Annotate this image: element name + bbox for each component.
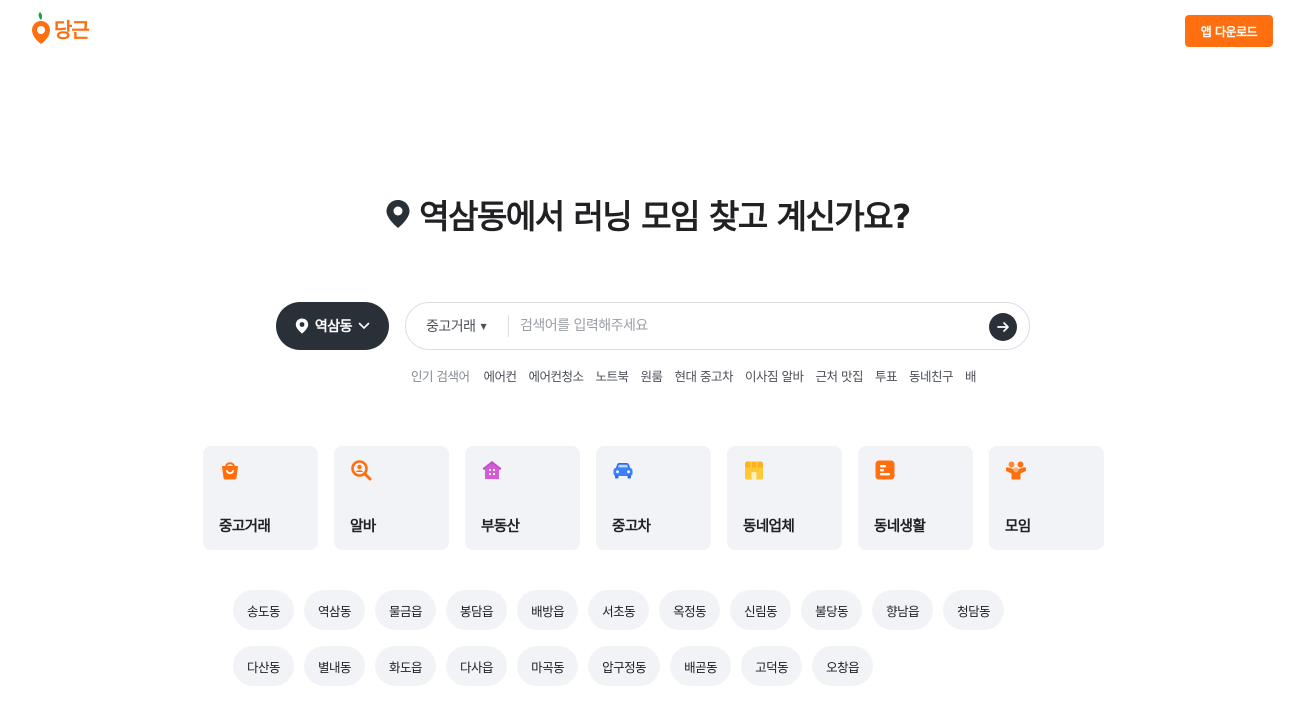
neighborhood-chip[interactable]: 향남읍 bbox=[872, 590, 934, 630]
category-label: 알바 bbox=[350, 519, 376, 535]
popular-keyword[interactable]: 노트북 bbox=[596, 366, 630, 385]
neighborhood-chip[interactable]: 다산동 bbox=[233, 646, 295, 686]
search-bar: 중고거래 ▼ bbox=[405, 302, 1030, 350]
popular-keyword[interactable]: 에어컨청소 bbox=[529, 366, 585, 385]
popular-keyword[interactable]: 배 bbox=[965, 366, 977, 385]
popular-keyword[interactable]: 에어컨 bbox=[483, 366, 517, 385]
category-label: 부동산 bbox=[481, 519, 520, 535]
category-used-goods[interactable]: 중고거래 bbox=[203, 446, 318, 550]
logo-text: 당근 bbox=[54, 17, 90, 42]
popular-keyword[interactable]: 원룸 bbox=[641, 366, 664, 385]
category-neighborhood-life[interactable]: 동네생활 bbox=[858, 446, 973, 550]
category-label: 모임 bbox=[1005, 519, 1031, 535]
search-divider bbox=[508, 315, 509, 337]
popular-keywords-fade bbox=[1000, 363, 1030, 387]
category-label: 중고차 bbox=[612, 519, 651, 535]
category-meetups[interactable]: 모임 bbox=[989, 446, 1104, 550]
neighborhood-chips-row-2: 다산동 별내동 화도읍 다사읍 마곡동 압구정동 배곧동 고덕동 오창읍 bbox=[233, 646, 874, 686]
neighborhood-chip[interactable]: 송도동 bbox=[233, 590, 295, 630]
popular-keywords-label: 인기 검색어 bbox=[411, 368, 470, 384]
hero-title: 역삼동에서 러닝 모임 찾고 계신가요? bbox=[419, 197, 911, 236]
carrot-logo-icon bbox=[32, 12, 50, 44]
neighborhood-chip[interactable]: 화도읍 bbox=[375, 646, 437, 686]
search-category-label: 중고거래 bbox=[426, 319, 476, 335]
search-category-select[interactable]: 중고거래 ▼ bbox=[426, 303, 487, 349]
neighborhood-chip[interactable]: 오창읍 bbox=[812, 646, 874, 686]
magnifier-icon bbox=[351, 460, 372, 481]
location-pin-icon bbox=[386, 200, 410, 228]
store-icon bbox=[745, 461, 763, 480]
chevron-down-icon bbox=[358, 322, 370, 329]
category-jobs[interactable]: 알바 bbox=[334, 446, 449, 550]
people-icon bbox=[1006, 461, 1026, 480]
top-bar: 당근 앱 다운로드 bbox=[0, 0, 1295, 62]
neighborhood-chip[interactable]: 서초동 bbox=[588, 590, 650, 630]
popular-keyword[interactable]: 현대 중고차 bbox=[675, 366, 734, 385]
category-label: 중고거래 bbox=[219, 519, 271, 535]
neighborhood-chip[interactable]: 봉담읍 bbox=[446, 590, 508, 630]
neighborhood-chip[interactable]: 물금읍 bbox=[375, 590, 437, 630]
caret-down-icon: ▼ bbox=[480, 321, 487, 331]
category-label: 동네생활 bbox=[874, 519, 926, 535]
search-input[interactable] bbox=[520, 311, 975, 341]
car-icon bbox=[613, 463, 633, 479]
neighborhood-chip[interactable]: 옥정동 bbox=[659, 590, 721, 630]
app-download-button[interactable]: 앱 다운로드 bbox=[1185, 15, 1273, 47]
popular-keyword[interactable]: 이사짐 알바 bbox=[745, 366, 804, 385]
popular-keyword[interactable]: 동네친구 bbox=[909, 366, 954, 385]
neighborhood-chip[interactable]: 신림동 bbox=[730, 590, 792, 630]
neighborhood-chips-row-1: 송도동 역삼동 물금읍 봉담읍 배방읍 서초동 옥정동 신림동 불당동 향남읍 … bbox=[233, 590, 1005, 630]
location-pin-icon bbox=[295, 318, 309, 334]
logo[interactable]: 당근 bbox=[31, 12, 90, 44]
neighborhood-chip[interactable]: 역삼동 bbox=[304, 590, 366, 630]
location-selector-button[interactable]: 역삼동 bbox=[276, 302, 389, 350]
arrow-right-icon bbox=[997, 322, 1009, 332]
neighborhood-chip[interactable]: 별내동 bbox=[304, 646, 366, 686]
neighborhood-chip[interactable]: 고덕동 bbox=[741, 646, 803, 686]
neighborhood-chip[interactable]: 마곡동 bbox=[517, 646, 579, 686]
category-local-business[interactable]: 동네업체 bbox=[727, 446, 842, 550]
shopping-bag-icon bbox=[222, 462, 238, 480]
neighborhood-chip[interactable]: 배곧동 bbox=[670, 646, 732, 686]
category-grid: 중고거래 알바 부동산 중고차 동네업체 동네생활 모임 bbox=[203, 446, 1104, 550]
location-label: 역삼동 bbox=[314, 319, 353, 335]
popular-keyword[interactable]: 투표 bbox=[875, 366, 898, 385]
popular-keyword[interactable]: 근처 맛집 bbox=[816, 366, 864, 385]
popular-keywords: 인기 검색어 에어컨 에어컨청소 노트북 원룸 현대 중고차 이사짐 알바 근처… bbox=[411, 365, 1025, 385]
category-real-estate[interactable]: 부동산 bbox=[465, 446, 580, 550]
house-icon bbox=[482, 461, 502, 479]
neighborhood-chip[interactable]: 청담동 bbox=[943, 590, 1005, 630]
category-used-cars[interactable]: 중고차 bbox=[596, 446, 711, 550]
neighborhood-chip[interactable]: 불당동 bbox=[801, 590, 863, 630]
document-icon bbox=[875, 460, 895, 480]
neighborhood-chip[interactable]: 다사읍 bbox=[446, 646, 508, 686]
hero: 역삼동에서 러닝 모임 찾고 계신가요? bbox=[0, 190, 1295, 238]
neighborhood-chip[interactable]: 압구정동 bbox=[588, 646, 661, 686]
neighborhood-chip[interactable]: 배방읍 bbox=[517, 590, 579, 630]
search-submit-button[interactable] bbox=[989, 313, 1017, 341]
category-label: 동네업체 bbox=[743, 519, 795, 535]
